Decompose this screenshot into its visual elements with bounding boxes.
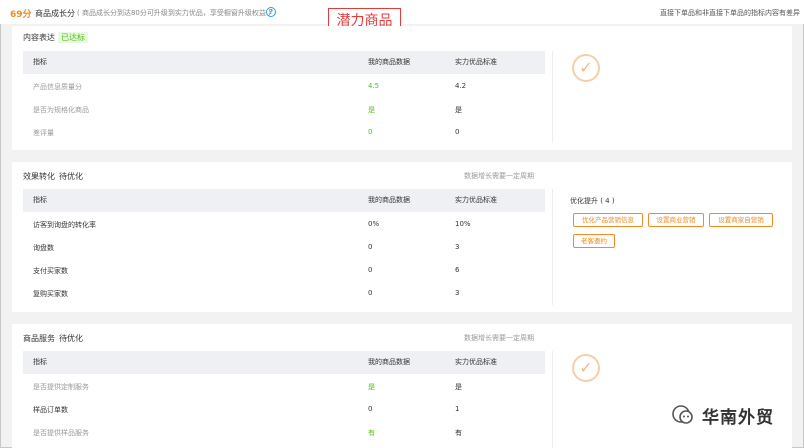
standard-value: 是	[455, 383, 462, 391]
section-title: 商品服务 待优化	[23, 334, 83, 343]
standard-value: 10%	[455, 220, 471, 228]
metric-label: 支付买家数	[33, 267, 68, 275]
metric-label: 差评量	[33, 129, 54, 137]
standard-value: 6	[455, 266, 460, 274]
optimize-title: 优化提升 ( 4 )	[570, 197, 615, 205]
growth-score-bar: 69分 商品成长分 ( 商品成长分到达80分可升级到实力优品，享受橱窗升级权益 …	[0, 0, 804, 24]
section-divider	[552, 51, 553, 143]
standard-value: 3	[455, 289, 460, 297]
content-expression-section: 内容表达 已达标 指标 我的商品数据 实力优品标准 产品信息质量分 4.5 4.2…	[12, 26, 792, 150]
table-row: 产品信息质量分 4.5 4.2	[23, 82, 545, 94]
set-merchant-marketing-button[interactable]: 设置商家自营销	[709, 213, 773, 227]
standard-value: 3	[455, 243, 460, 251]
my-value: 4.5	[368, 82, 380, 90]
column-header-metric: 指标	[33, 196, 47, 204]
table-header: 指标 我的商品数据 实力优品标准	[23, 351, 545, 374]
metric-label: 复购买家数	[33, 290, 68, 298]
question-circle-icon[interactable]: ?	[266, 7, 276, 17]
section-title: 效果转化 待优化	[23, 172, 83, 181]
data-growth-note: 数据增长需要一定周期	[464, 172, 534, 180]
metric-label: 是否为规格化商品	[33, 106, 89, 114]
column-header-mine: 我的商品数据	[368, 58, 410, 66]
status-text: 待优化	[59, 172, 83, 181]
my-value: 0%	[368, 220, 380, 228]
my-value: 0	[368, 243, 373, 251]
standard-value: 0	[455, 128, 460, 136]
metric-label: 是否提供样品服务	[33, 429, 89, 437]
table-row: 复购买家数 0 3	[23, 289, 545, 301]
standard-value: 1	[455, 405, 460, 413]
column-header-standard: 实力优品标准	[455, 58, 497, 66]
column-header-metric: 指标	[33, 58, 47, 66]
growth-score-note: ( 商品成长分到达80分可升级到实力优品，享受橱窗升级权益 )	[77, 9, 271, 17]
column-header-standard: 实力优品标准	[455, 196, 497, 204]
my-value: 是	[368, 106, 375, 114]
table-row: 样品订单数 0 1	[23, 405, 545, 417]
status-text: 待优化	[59, 334, 83, 343]
metric-label: 询盘数	[33, 244, 54, 252]
metric-label: 产品信息质量分	[33, 83, 82, 91]
checkmark-circle-icon: ✓	[572, 54, 600, 82]
metric-label: 样品订单数	[33, 406, 68, 414]
metric-label: 访客到询盘的转化率	[33, 221, 96, 229]
checkmark-circle-icon: ✓	[572, 354, 600, 382]
set-business-marketing-button[interactable]: 设置商业营销	[648, 213, 704, 227]
table-row: 是否提供样品服务 有 有	[23, 428, 545, 440]
table-row: 是否提供定制服务 是 是	[23, 382, 545, 394]
table-row: 询盘数 0 3	[23, 243, 545, 255]
column-header-mine: 我的商品数据	[368, 358, 410, 366]
table-header: 指标 我的商品数据 实力优品标准	[23, 189, 545, 212]
table-row: 访客到询盘的转化率 0% 10%	[23, 220, 545, 232]
my-value: 0	[368, 266, 373, 274]
section-title: 内容表达 已达标	[23, 32, 88, 43]
my-value: 是	[368, 383, 375, 391]
table-row: 差评量 0 0	[23, 128, 545, 140]
metric-label: 是否提供定制服务	[33, 383, 89, 391]
metric-difference-note: 直接下单品和非直接下单品的指标内容有差异	[660, 9, 800, 17]
conversion-section: 效果转化 待优化 数据增长需要一定周期 指标 我的商品数据 实力优品标准 访客到询…	[12, 162, 792, 312]
content-metrics-table: 指标 我的商品数据 实力优品标准 产品信息质量分 4.5 4.2 是否为规格化商…	[23, 51, 545, 137]
optimize-marketing-info-button[interactable]: 优化产品营销信息	[573, 213, 643, 227]
status-badge: 已达标	[58, 32, 88, 43]
watermark: 华南外贸	[670, 398, 774, 432]
table-row: 支付买家数 0 6	[23, 266, 545, 278]
table-row: 是否为规格化商品 是 是	[23, 105, 545, 117]
column-header-standard: 实力优品标准	[455, 358, 497, 366]
service-metrics-table: 指标 我的商品数据 实力优品标准 是否提供定制服务 是 是 样品订单数 0 1 …	[23, 351, 545, 437]
section-divider	[552, 351, 553, 448]
my-value: 0	[368, 405, 373, 413]
conversion-metrics-table: 指标 我的商品数据 实力优品标准 访客到询盘的转化率 0% 10% 询盘数 0 …	[23, 189, 545, 298]
wechat-official-account-icon	[672, 405, 693, 424]
my-value: 有	[368, 429, 375, 437]
my-value: 0	[368, 289, 373, 297]
my-value: 0	[368, 128, 373, 136]
standard-value: 有	[455, 429, 462, 437]
column-header-metric: 指标	[33, 358, 47, 366]
watermark-text: 华南外贸	[702, 407, 774, 428]
standard-value: 4.2	[455, 82, 467, 90]
data-growth-note: 数据增长需要一定周期	[464, 334, 534, 342]
section-divider	[552, 189, 553, 305]
standard-value: 是	[455, 106, 462, 114]
table-header: 指标 我的商品数据 实力优品标准	[23, 51, 545, 74]
growth-score: 69分	[10, 10, 32, 20]
column-header-mine: 我的商品数据	[368, 196, 410, 204]
growth-score-title: 商品成长分	[35, 9, 75, 18]
invite-old-customers-button[interactable]: 老客邀约	[573, 234, 615, 248]
